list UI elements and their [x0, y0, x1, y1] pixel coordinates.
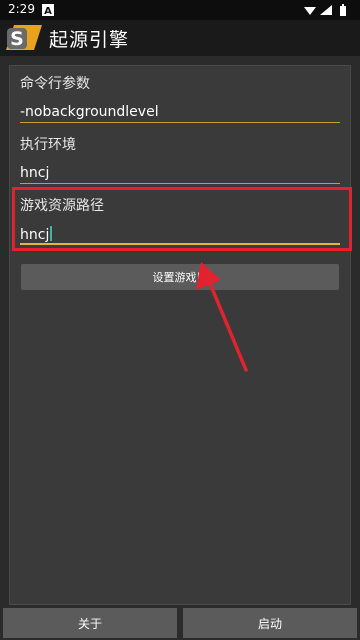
- command-line-underline: [20, 122, 340, 123]
- wifi-icon: [304, 7, 316, 15]
- app-bar: S 起源引擎: [0, 20, 360, 56]
- app-logo: S: [6, 25, 42, 50]
- logo-letter: S: [10, 28, 24, 50]
- status-bar: 2:29 A: [0, 0, 360, 20]
- highlight-box: [12, 187, 352, 251]
- exec-env-underline: [20, 183, 340, 184]
- command-line-input[interactable]: -nobackgroundlevel: [20, 104, 159, 120]
- command-line-label: 命令行参数: [20, 76, 90, 92]
- exec-env-input[interactable]: hncj: [20, 165, 49, 181]
- set-game-directory-button[interactable]: 设置游戏目: [21, 264, 339, 290]
- warning-icon: A: [42, 4, 54, 16]
- status-time: 2:29: [8, 2, 35, 16]
- app-title: 起源引擎: [49, 29, 130, 51]
- svg-text:A: A: [44, 6, 52, 16]
- signal-icon: [320, 5, 332, 15]
- about-button[interactable]: 关于: [3, 608, 177, 638]
- exec-env-label: 执行环境: [20, 137, 76, 153]
- start-button[interactable]: 启动: [183, 608, 357, 638]
- battery-icon: [340, 4, 346, 16]
- system-status-icons: [304, 4, 346, 16]
